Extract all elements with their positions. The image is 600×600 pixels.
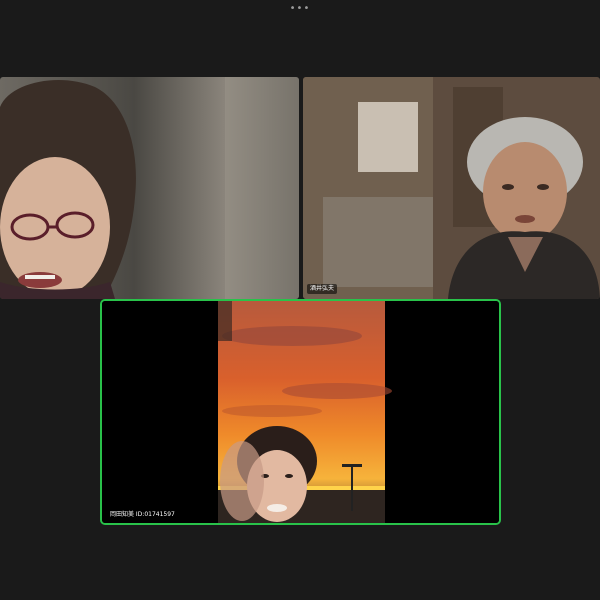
participant-video-1 [0, 77, 299, 299]
more-options-icon: ••• [289, 2, 311, 14]
more-options-button[interactable]: ••• [288, 2, 312, 14]
active-speaker-name-label: 岡田知美 ID:01741597 [110, 511, 175, 518]
active-speaker-video-tile[interactable]: 岡田知美 ID:01741597 [102, 301, 499, 523]
participant-video-3 [102, 301, 499, 523]
participant-video-2 [303, 77, 600, 299]
participant-name-label: 酒井弘夫 [307, 284, 338, 294]
participant-video-tile-1[interactable] [0, 77, 299, 299]
participant-video-tile-2[interactable]: 酒井弘夫 [303, 77, 600, 299]
